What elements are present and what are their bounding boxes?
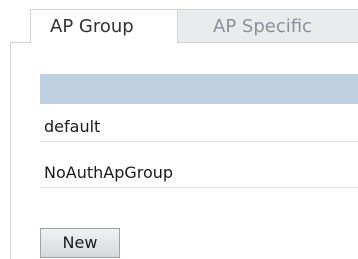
- table-row[interactable]: default: [40, 108, 358, 142]
- table-header: [40, 74, 358, 104]
- ap-group-name[interactable]: default: [44, 117, 100, 136]
- panel-border: [10, 42, 11, 259]
- tab-ap-specific[interactable]: AP Specific: [178, 9, 358, 43]
- tab-ap-group[interactable]: AP Group: [30, 9, 178, 43]
- tab-ap-group-label: AP Group: [50, 16, 134, 37]
- new-button[interactable]: New: [40, 228, 120, 258]
- table-row[interactable]: NoAuthApGroup: [40, 154, 358, 188]
- ap-group-panel: AP Group AP Specific default NoAuthApGro…: [0, 0, 358, 259]
- tab-ap-specific-label: AP Specific: [213, 16, 312, 37]
- ap-group-name[interactable]: NoAuthApGroup: [44, 163, 173, 182]
